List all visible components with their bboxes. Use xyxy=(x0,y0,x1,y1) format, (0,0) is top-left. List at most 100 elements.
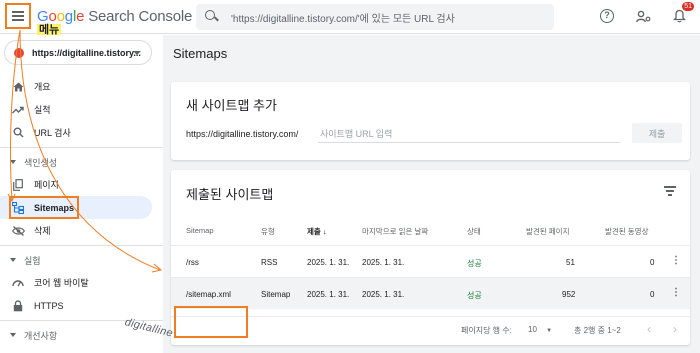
column-header-label: 제출 xyxy=(307,227,321,236)
sidebar-item-url-inspection[interactable]: URL 검사 xyxy=(0,121,163,144)
column-header-sitemap[interactable]: Sitemap xyxy=(186,226,214,235)
caret-down-icon xyxy=(133,51,141,55)
pages-icon xyxy=(11,178,25,192)
submit-button[interactable]: 제출 xyxy=(632,123,682,143)
pagination: 페이지당 행 수: 10 ▼ 총 2행 중 1~2 ‹ › xyxy=(171,316,690,340)
sidebar-item-label: 삭제 xyxy=(34,226,51,236)
table-header: Sitemap 유형 제출 ↓ 마지막으로 읽은 날짜 상태 발견된 페이지 발… xyxy=(171,222,690,240)
home-icon xyxy=(11,80,25,94)
more-vert-icon[interactable]: ⋮ xyxy=(671,287,681,298)
column-header-last-read[interactable]: 마지막으로 읽은 날짜 xyxy=(362,226,428,237)
add-sitemap-card: 새 사이트맵 추가 https://digitalline.tistory.co… xyxy=(171,82,690,160)
cell-pages: 952 xyxy=(562,290,576,299)
bell-icon xyxy=(672,9,686,23)
submitted-sitemaps-title: 제출된 사이트맵 xyxy=(186,187,274,202)
table-row[interactable]: /rss RSS 2025. 1. 31. 2025. 1. 31. 성공 51… xyxy=(171,245,690,277)
sidebar-item-label: 페이지 xyxy=(34,180,59,190)
property-label: https://digitalline.tistory... xyxy=(32,47,141,58)
sidebar-item-label: 개요 xyxy=(34,82,51,92)
pagination-range: 총 2행 중 1~2 xyxy=(574,326,621,335)
sidebar-item-label: HTTPS xyxy=(34,300,64,311)
lock-icon xyxy=(11,299,25,313)
url-inspect-search[interactable]: 'https://digitalline.tistory.com/'에 있는 모… xyxy=(196,4,554,30)
add-sitemap-title: 새 사이트맵 추가 xyxy=(186,98,277,113)
sidebar-item-overview[interactable]: 개요 xyxy=(0,75,163,98)
page-title: Sitemaps xyxy=(173,46,228,61)
sitemap-row-highlight-box xyxy=(174,306,248,338)
cell-sitemap: /sitemap.xml xyxy=(186,290,231,299)
more-vert-icon[interactable]: ⋮ xyxy=(671,255,681,266)
sidebar-section-indexing[interactable]: 색인생성 xyxy=(0,151,163,173)
column-header-pages[interactable]: 발견된 페이지 xyxy=(526,226,569,237)
sitemap-url-input[interactable] xyxy=(318,126,620,143)
trending-icon xyxy=(11,103,25,117)
notification-badge: 51 xyxy=(682,2,694,11)
help-icon: ? xyxy=(600,9,614,23)
gauge-icon xyxy=(11,276,25,290)
cell-type: RSS xyxy=(261,258,278,267)
column-header-videos[interactable]: 발견된 동영상 xyxy=(605,226,648,237)
cell-type: Sitemap xyxy=(261,290,291,299)
next-page-icon[interactable]: › xyxy=(673,322,677,336)
cell-submitted: 2025. 1. 31. xyxy=(307,290,350,299)
app-logo-product: Search Console xyxy=(88,8,193,25)
column-header-status[interactable]: 상태 xyxy=(467,226,481,237)
sidebar-item-sitemaps[interactable]: Sitemaps xyxy=(0,196,152,219)
cell-last-read: 2025. 1. 31. xyxy=(362,290,405,299)
cell-status: 성공 xyxy=(467,291,482,300)
sitemap-url-prefix: https://digitalline.tistory.com/ xyxy=(186,129,299,139)
cell-submitted: 2025. 1. 31. xyxy=(307,258,350,267)
prev-page-icon[interactable]: ‹ xyxy=(647,322,651,336)
sidebar-item-label: URL 검사 xyxy=(34,128,71,138)
eye-off-icon xyxy=(11,224,25,238)
notifications-button[interactable]: 51 xyxy=(668,2,694,27)
cell-pages: 51 xyxy=(566,258,575,267)
sidebar-section-label: 개선사항 xyxy=(24,330,58,341)
column-header-submitted[interactable]: 제출 ↓ xyxy=(307,226,327,237)
help-button[interactable]: ? xyxy=(596,5,618,27)
rows-per-page-select[interactable]: 10 ▼ xyxy=(528,325,552,334)
property-favicon-icon xyxy=(14,47,24,58)
sidebar-section-label: 실험 xyxy=(24,255,41,266)
collapse-caret-icon xyxy=(10,160,16,164)
caret-down-icon: ▼ xyxy=(546,328,553,334)
cell-videos: 0 xyxy=(650,290,655,299)
property-selector[interactable]: https://digitalline.tistory... xyxy=(4,40,152,65)
rows-per-page-label: 페이지당 행 수: xyxy=(461,326,512,335)
sidebar-item-removals[interactable]: 삭제 xyxy=(0,219,163,242)
menu-button[interactable] xyxy=(5,3,31,29)
main-content: Sitemaps 새 사이트맵 추가 https://digitalline.t… xyxy=(163,35,700,353)
sidebar-item-label: 실적 xyxy=(34,105,51,115)
collapse-caret-icon xyxy=(10,333,16,337)
cell-last-read: 2025. 1. 31. xyxy=(362,258,405,267)
sort-arrow-down-icon: ↓ xyxy=(322,227,327,236)
sidebar-item-performance[interactable]: 실적 xyxy=(0,98,163,121)
hamburger-icon xyxy=(12,11,24,21)
table-row[interactable]: /sitemap.xml Sitemap 2025. 1. 31. 2025. … xyxy=(171,277,690,309)
sidebar-item-https[interactable]: HTTPS xyxy=(0,294,163,317)
sidebar-divider xyxy=(0,147,163,148)
sidebar-item-core-web-vitals[interactable]: 코어 웹 바이탈 xyxy=(0,271,163,294)
sidebar-section-experience[interactable]: 실험 xyxy=(0,249,163,271)
person-settings-icon xyxy=(635,10,650,22)
sidebar-item-label: 코어 웹 바이탈 xyxy=(34,278,89,288)
rows-per-page-value: 10 xyxy=(528,325,537,334)
filter-icon[interactable] xyxy=(664,186,676,196)
top-bar: Google Search Console 메뉴 'https://digita… xyxy=(0,0,700,37)
account-settings-button[interactable] xyxy=(632,5,654,27)
sidebar-item-pages[interactable]: 페이지 xyxy=(0,173,163,196)
search-icon xyxy=(205,10,219,24)
search-icon xyxy=(11,126,25,140)
sidebar-section-label: 색인생성 xyxy=(24,157,58,168)
sitemaps-highlight-box xyxy=(9,196,79,219)
collapse-caret-icon xyxy=(10,258,16,262)
cell-videos: 0 xyxy=(650,258,655,267)
search-placeholder: 'https://digitalline.tistory.com/'에 있는 모… xyxy=(231,13,455,25)
submitted-sitemaps-card: 제출된 사이트맵 Sitemap 유형 제출 ↓ 마지막으로 읽은 날짜 상태 … xyxy=(171,170,690,345)
cell-sitemap: /rss xyxy=(186,258,199,267)
cell-status: 성공 xyxy=(467,259,482,268)
sidebar-divider xyxy=(0,245,163,246)
column-header-type[interactable]: 유형 xyxy=(261,226,275,237)
sidebar: https://digitalline.tistory... 개요 실적 URL… xyxy=(0,35,163,353)
app-logo[interactable]: Google Search Console xyxy=(37,8,192,25)
